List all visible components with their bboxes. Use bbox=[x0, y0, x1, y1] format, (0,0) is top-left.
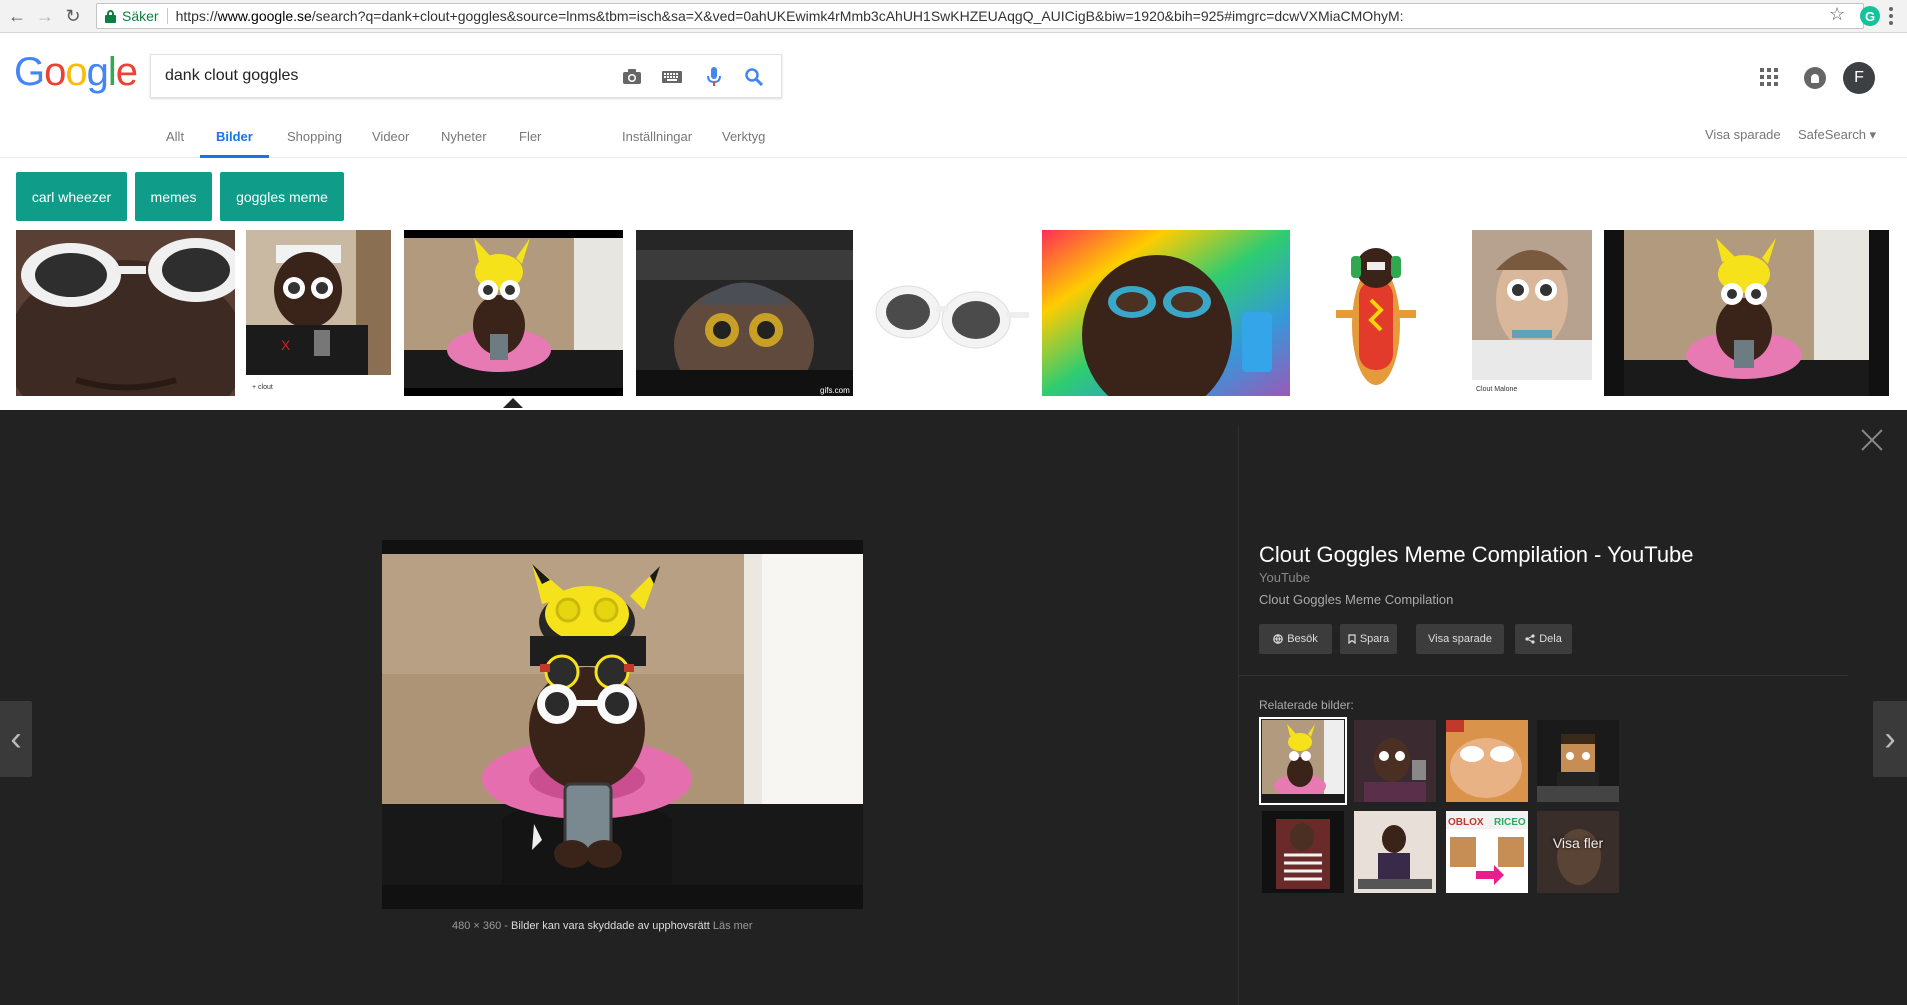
thumb-caption: gifs.com bbox=[820, 386, 850, 395]
keyboard-icon[interactable] bbox=[661, 67, 683, 87]
image-result[interactable] bbox=[636, 230, 853, 396]
image-result[interactable]: X bbox=[246, 230, 391, 396]
safesearch-dropdown[interactable]: SafeSearch ▾ bbox=[1798, 127, 1876, 143]
related-search-chip[interactable]: memes bbox=[135, 172, 212, 221]
view-saved-link[interactable]: Visa sparade bbox=[1705, 127, 1781, 142]
notifications-bell-icon[interactable] bbox=[1804, 67, 1826, 89]
visit-button[interactable]: Besök bbox=[1259, 624, 1332, 654]
related-image[interactable] bbox=[1262, 811, 1344, 893]
selected-caret bbox=[503, 398, 523, 408]
related-image[interactable] bbox=[1537, 720, 1619, 802]
microphone-icon[interactable] bbox=[703, 67, 725, 87]
image-result[interactable] bbox=[1604, 230, 1889, 396]
viewer-divider bbox=[1238, 425, 1239, 1005]
url-separator bbox=[166, 8, 168, 24]
camera-icon[interactable] bbox=[621, 67, 643, 87]
svg-text:RICEO: RICEO bbox=[1494, 817, 1526, 828]
url-text[interactable]: https://www.google.se/search?q=dank+clou… bbox=[176, 8, 1404, 24]
address-bar[interactable]: Säker https://www.google.se/search?q=dan… bbox=[96, 3, 1864, 29]
search-box bbox=[150, 54, 782, 98]
related-image[interactable] bbox=[1354, 811, 1436, 893]
google-logo[interactable]: Google bbox=[14, 52, 138, 92]
image-result-selected[interactable] bbox=[404, 230, 623, 396]
copyright-notice: Bilder kan vara skyddade av upphovsrätt bbox=[511, 920, 710, 932]
back-arrow-icon[interactable]: ← bbox=[6, 5, 28, 27]
view-saved-button[interactable]: Visa sparade bbox=[1416, 624, 1504, 654]
related-search-chip[interactable]: goggles meme bbox=[220, 172, 344, 221]
lock-icon bbox=[105, 9, 116, 23]
browser-menu-icon[interactable] bbox=[1888, 6, 1894, 26]
related-search-chip[interactable]: carl wheezer bbox=[16, 172, 127, 221]
tab-images[interactable]: Bilder bbox=[200, 127, 269, 158]
tab-shopping[interactable]: Shopping bbox=[287, 127, 342, 158]
related-image[interactable] bbox=[1259, 717, 1347, 805]
tab-videos[interactable]: Videor bbox=[372, 127, 409, 158]
panel-divider bbox=[1238, 675, 1848, 676]
svg-text:X: X bbox=[281, 337, 291, 353]
forward-arrow-icon[interactable]: → bbox=[34, 5, 56, 27]
apps-grid-icon[interactable] bbox=[1760, 68, 1778, 86]
tab-more[interactable]: Fler bbox=[519, 127, 541, 158]
bookmark-star-icon[interactable]: ☆ bbox=[1829, 5, 1845, 23]
tab-all[interactable]: Allt bbox=[166, 127, 184, 158]
image-meta: 480 × 360 - Bilder kan vara skyddade av … bbox=[452, 920, 753, 932]
image-result[interactable] bbox=[1042, 230, 1290, 396]
result-description: Clout Goggles Meme Compilation bbox=[1259, 592, 1454, 607]
search-icon[interactable] bbox=[743, 67, 765, 87]
search-input[interactable] bbox=[165, 67, 605, 85]
image-dimensions: 480 × 360 bbox=[452, 920, 502, 932]
share-icon bbox=[1525, 634, 1535, 644]
bookmark-icon bbox=[1348, 634, 1356, 644]
tab-news[interactable]: Nyheter bbox=[441, 127, 487, 158]
next-image-button[interactable]: › bbox=[1873, 701, 1907, 777]
learn-more-link[interactable]: Läs mer bbox=[713, 920, 753, 932]
grammarly-extension-icon[interactable]: G bbox=[1860, 6, 1880, 26]
image-viewer-panel: ‹ › 480 × 360 - Bilder kan vara skyddade… bbox=[0, 410, 1907, 1005]
previous-image-button[interactable]: ‹ bbox=[0, 701, 32, 777]
browser-toolbar: ← → ↻ Säker https://www.google.se/search… bbox=[0, 0, 1907, 33]
thumb-caption: Clout Malone bbox=[1476, 386, 1518, 393]
account-avatar[interactable]: F bbox=[1843, 62, 1875, 94]
secure-label: Säker bbox=[122, 8, 159, 24]
result-source[interactable]: YouTube bbox=[1259, 570, 1310, 585]
image-result[interactable] bbox=[1472, 230, 1592, 396]
image-result[interactable] bbox=[866, 230, 1029, 396]
thumb-caption: + clout bbox=[252, 384, 273, 391]
close-icon[interactable] bbox=[1860, 428, 1884, 452]
preview-image[interactable] bbox=[382, 540, 863, 909]
related-image[interactable] bbox=[1354, 720, 1436, 802]
search-tabs: Allt Bilder Shopping Videor Nyheter Fler… bbox=[0, 120, 1907, 158]
share-button[interactable]: Dela bbox=[1515, 624, 1572, 654]
related-image[interactable] bbox=[1446, 720, 1528, 802]
image-result[interactable] bbox=[16, 230, 235, 396]
result-title[interactable]: Clout Goggles Meme Compilation - YouTube bbox=[1259, 542, 1694, 568]
related-images-label: Relaterade bilder: bbox=[1259, 698, 1354, 712]
globe-icon bbox=[1273, 634, 1284, 644]
svg-text:OBLOX: OBLOX bbox=[1448, 817, 1484, 828]
image-result[interactable] bbox=[1301, 230, 1451, 396]
related-image[interactable]: OBLOX RICEO bbox=[1446, 811, 1528, 893]
show-more-label: Visa fler bbox=[1552, 835, 1604, 851]
save-button[interactable]: Spara bbox=[1340, 624, 1397, 654]
tab-settings[interactable]: Inställningar bbox=[622, 127, 692, 158]
show-more-related[interactable]: Visa fler bbox=[1537, 811, 1619, 893]
reload-icon[interactable]: ↻ bbox=[62, 5, 84, 27]
tab-tools[interactable]: Verktyg bbox=[722, 127, 765, 158]
